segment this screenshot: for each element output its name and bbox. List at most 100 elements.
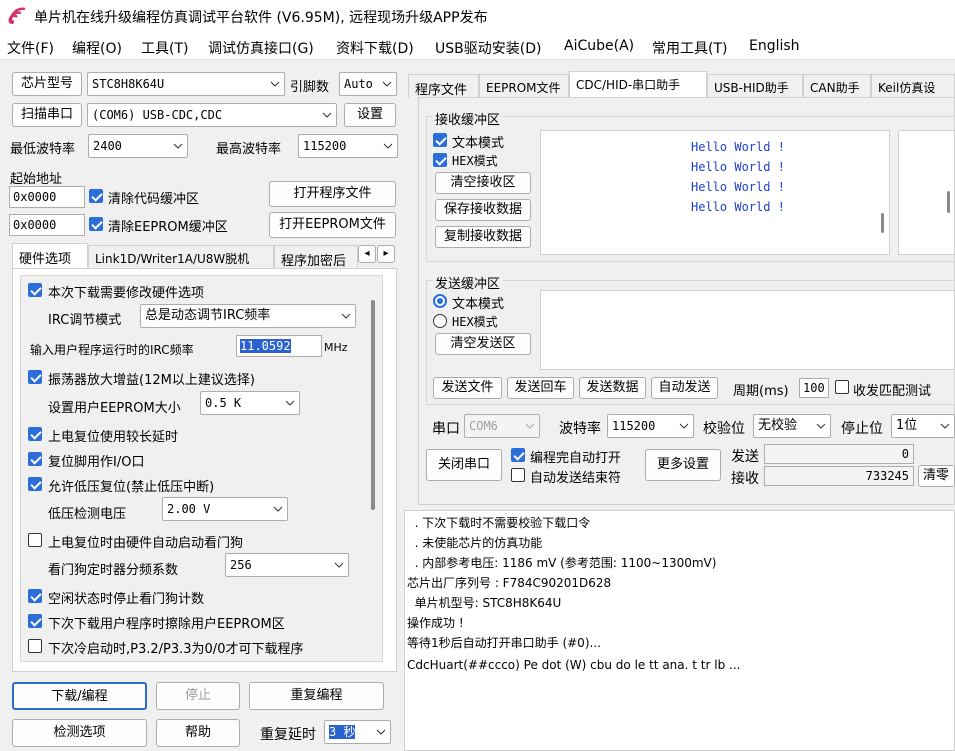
eeprom-size-select[interactable]: 0.5 K: [200, 391, 300, 415]
auto-watchdog-label: 上电复位时由硬件自动启动看门狗: [48, 536, 244, 551]
irc-mode-select[interactable]: 总是动态调节IRC频率: [140, 304, 356, 328]
clear-code-buffer-checkbox[interactable]: [89, 189, 103, 203]
auto-send-button[interactable]: 自动发送: [651, 377, 718, 399]
parity-select[interactable]: 无校验: [753, 414, 831, 438]
irc-frequency-value: 11.0592: [240, 339, 291, 353]
long-reset-delay-checkbox[interactable]: [28, 427, 42, 441]
menu-english[interactable]: English: [749, 38, 800, 54]
clear-code-buffer-label: 清除代码缓冲区: [108, 192, 200, 207]
loop-test-checkbox[interactable]: [835, 380, 849, 394]
tab-keil-simulation[interactable]: Keil仿真设: [871, 74, 955, 98]
auto-open-checkbox[interactable]: [511, 448, 525, 462]
chevron-down-icon: [525, 423, 535, 429]
menu-downloads[interactable]: 资料下载(D): [336, 38, 414, 58]
idle-stop-watchdog-label: 空闲状态时停止看门狗计数: [48, 592, 205, 607]
repeat-delay-select[interactable]: 3 秒: [324, 720, 391, 744]
scan-port-button[interactable]: 扫描串口: [12, 103, 82, 127]
clear-receive-button[interactable]: 清空接收区: [435, 172, 531, 194]
erase-eeprom-label: 下次下载用户程序时擦除用户EEPROM区: [48, 617, 285, 632]
tab-eeprom-file[interactable]: EEPROM文件: [479, 74, 569, 98]
save-receive-button[interactable]: 保存接收数据: [435, 199, 531, 221]
parity-label: 校验位: [703, 421, 745, 437]
log-line: 操作成功 !: [407, 616, 464, 630]
stop-bits-select[interactable]: 1位: [891, 414, 955, 438]
idle-stop-watchdog-checkbox[interactable]: [28, 589, 42, 603]
close-port-button[interactable]: 关闭串口: [426, 449, 502, 481]
open-program-file-button[interactable]: 打开程序文件: [269, 181, 396, 207]
open-eeprom-file-button[interactable]: 打开EEPROM文件: [269, 212, 396, 238]
clear-count-button[interactable]: 清零: [918, 465, 955, 487]
receive-text-mode-checkbox[interactable]: [433, 133, 447, 147]
tab-program-encryption[interactable]: 程序加密后: [274, 245, 358, 269]
max-baud-select[interactable]: 115200: [298, 134, 398, 158]
more-settings-button[interactable]: 更多设置: [645, 449, 721, 481]
help-button[interactable]: 帮助: [156, 719, 240, 747]
chip-model-button[interactable]: 芯片型号: [12, 72, 82, 96]
tab-program-file[interactable]: 程序文件: [408, 74, 479, 98]
menu-file[interactable]: 文件(F): [7, 38, 54, 58]
watchdog-prescaler-select[interactable]: 256: [225, 553, 349, 577]
pin-count-select[interactable]: Auto: [339, 72, 397, 96]
low-voltage-reset-checkbox[interactable]: [28, 477, 42, 491]
repeat-program-button[interactable]: 重复编程: [249, 682, 384, 710]
menu-aicube[interactable]: AiCube(A): [564, 38, 634, 54]
port-settings-button[interactable]: 设置: [344, 103, 396, 127]
port-select[interactable]: (COM6) USB-CDC,CDC: [87, 103, 337, 127]
send-text-area[interactable]: [540, 290, 955, 370]
tab-hardware-options[interactable]: 硬件选项: [12, 243, 88, 269]
chip-model-select[interactable]: STC8H8K64U: [87, 72, 285, 96]
tab-scroll-left-button[interactable]: ◂: [358, 245, 376, 263]
send-text-mode-radio[interactable]: [433, 294, 447, 308]
reset-pin-io-checkbox[interactable]: [28, 452, 42, 466]
hardware-options-scrollbar[interactable]: [371, 300, 375, 510]
chevron-down-icon: [376, 729, 386, 735]
receive-hex-area[interactable]: [898, 130, 955, 255]
send-return-button[interactable]: 发送回车: [507, 377, 574, 399]
chevron-down-icon: [334, 562, 344, 568]
serial-port-label: 串口: [432, 421, 460, 437]
clear-send-button[interactable]: 清空发送区: [435, 333, 531, 355]
clear-eeprom-buffer-checkbox[interactable]: [89, 217, 103, 231]
watchdog-prescaler-value: 256: [230, 558, 252, 572]
auto-watchdog-checkbox[interactable]: [28, 533, 42, 547]
lvd-voltage-select[interactable]: 2.00 V: [162, 497, 288, 521]
cold-start-pin-checkbox[interactable]: [28, 639, 42, 653]
send-data-button[interactable]: 发送数据: [579, 377, 646, 399]
tab-can-assistant[interactable]: CAN助手: [803, 74, 871, 98]
code-address-input[interactable]: 0x0000: [9, 186, 85, 208]
serial-port-select[interactable]: COM6: [464, 414, 540, 438]
menu-usb-driver[interactable]: USB驱动安装(D): [435, 38, 541, 58]
menu-common-tools[interactable]: 常用工具(T): [652, 38, 727, 58]
log-line: 单片机型号: STC8H8K64U: [407, 596, 562, 610]
send-file-button[interactable]: 发送文件: [433, 377, 502, 399]
auto-end-char-checkbox[interactable]: [511, 468, 525, 482]
irc-frequency-input[interactable]: 11.0592: [236, 335, 322, 357]
receive-hex-mode-checkbox[interactable]: [433, 153, 447, 167]
tab-scroll-right-button[interactable]: ▸: [377, 245, 395, 263]
stop-button[interactable]: 停止: [156, 682, 240, 710]
receive-text-area[interactable]: Hello World ! Hello World ! Hello World …: [540, 130, 890, 255]
send-hex-mode-radio[interactable]: [433, 314, 447, 328]
erase-eeprom-checkbox[interactable]: [28, 614, 42, 628]
menu-tools[interactable]: 工具(T): [141, 38, 188, 58]
tab-usb-hid-assistant[interactable]: USB-HID助手: [707, 74, 803, 98]
download-program-button[interactable]: 下载/编程: [12, 682, 147, 710]
min-baud-select[interactable]: 2400: [88, 134, 188, 158]
menu-debug-interface[interactable]: 调试仿真接口(G): [208, 38, 314, 58]
low-voltage-reset-label: 允许低压复位(禁止低压中断): [48, 480, 215, 495]
repeat-delay-label: 重复延时: [260, 727, 316, 743]
receive-text-scrollbar[interactable]: [881, 213, 884, 233]
tab-cdc-hid-serial[interactable]: CDC/HID-串口助手: [569, 71, 707, 97]
detect-options-button[interactable]: 检测选项: [12, 719, 147, 747]
menu-program[interactable]: 编程(O): [72, 38, 122, 58]
period-input[interactable]: 100: [799, 378, 829, 398]
copy-receive-button[interactable]: 复制接收数据: [435, 226, 531, 248]
modify-hardware-checkbox[interactable]: [28, 283, 42, 297]
log-output-area[interactable]: . 下次下载时不需要校验下载口令 . 未使能芯片的仿真功能 . 内部参考电压: …: [404, 510, 955, 751]
tab-offline-writer[interactable]: Link1D/Writer1A/U8W脱机: [88, 245, 274, 269]
loop-test-label: 收发匹配测试: [853, 384, 932, 399]
receive-hex-scrollbar[interactable]: [947, 191, 950, 213]
eeprom-address-input[interactable]: 0x0000: [9, 214, 85, 236]
baud-rate-select[interactable]: 115200: [607, 414, 694, 438]
oscillator-gain-checkbox[interactable]: [28, 370, 42, 384]
